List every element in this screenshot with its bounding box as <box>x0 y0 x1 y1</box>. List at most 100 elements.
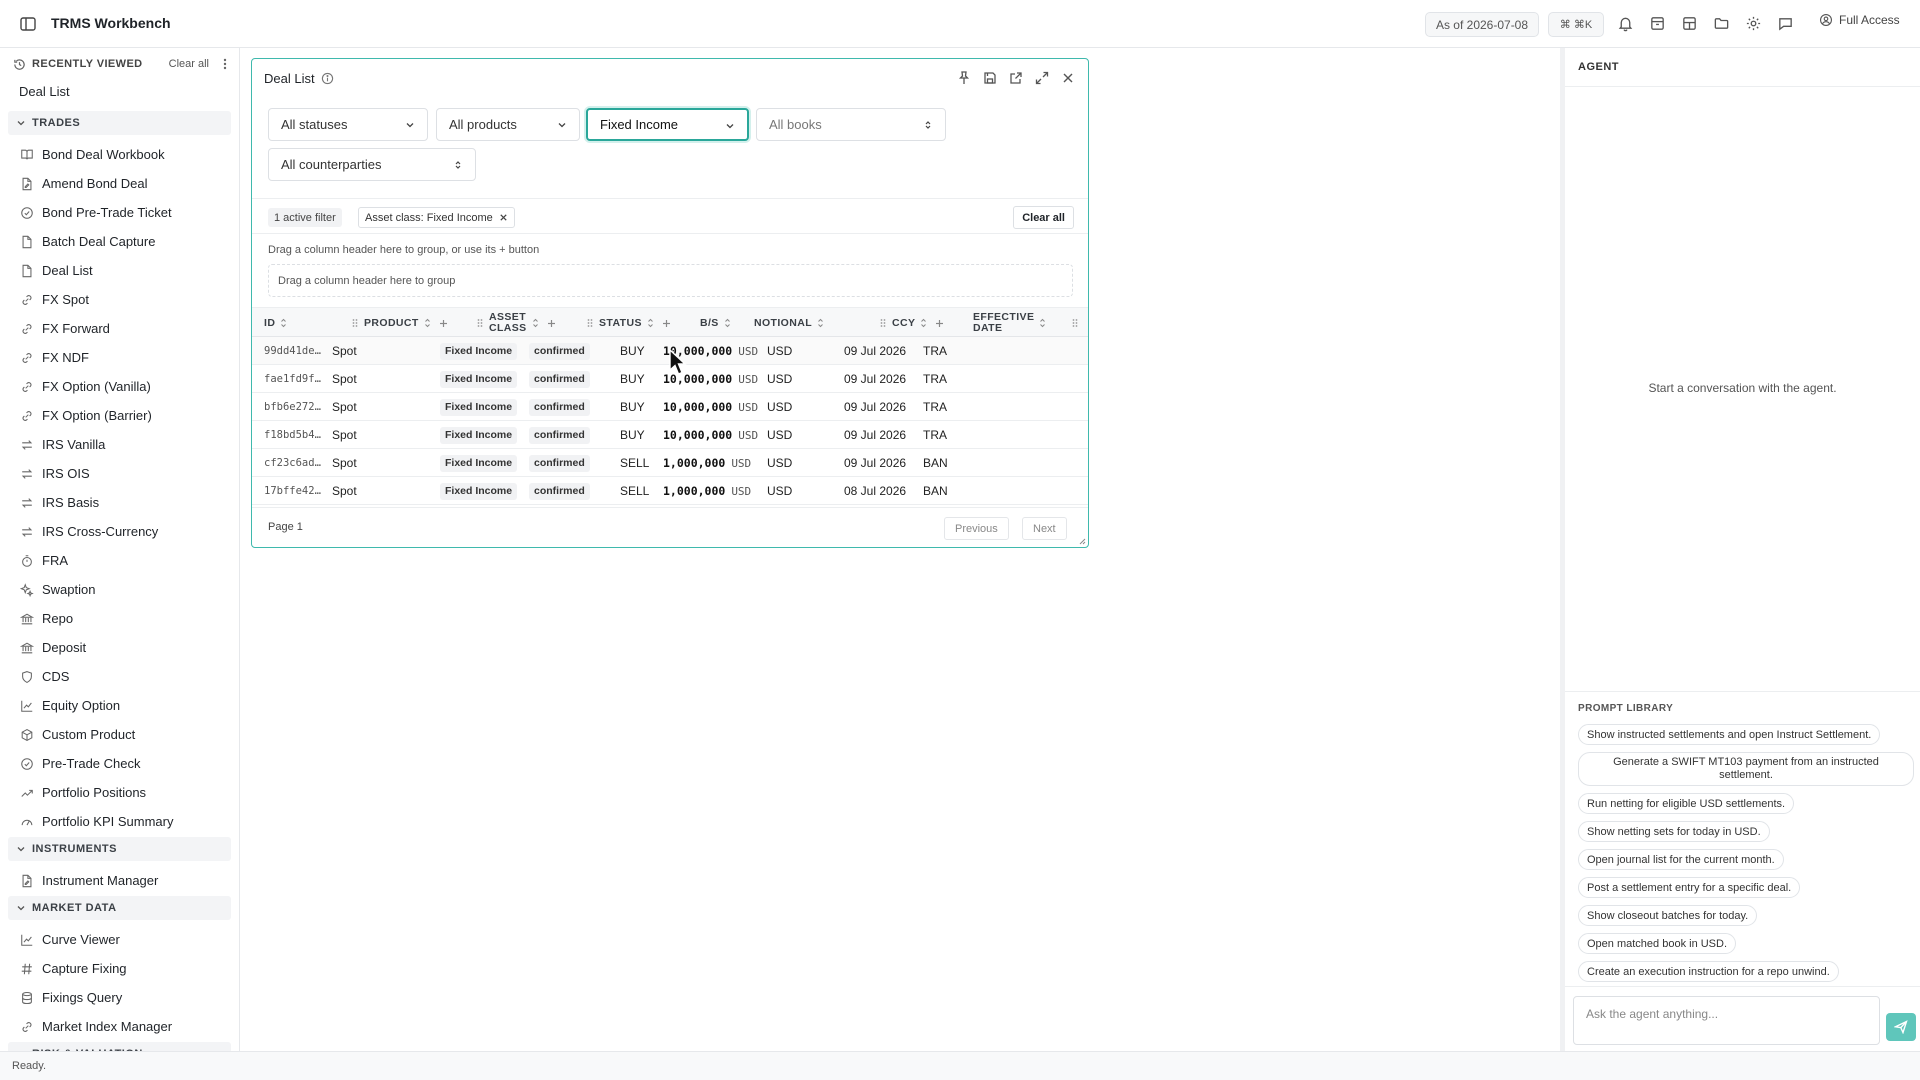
prompt-chip[interactable]: Show netting sets for today in USD. <box>1578 821 1770 842</box>
sidebar-toggle-icon[interactable] <box>19 15 37 33</box>
column-header-asset-class[interactable]: ASSET CLASS <box>477 308 556 338</box>
clear-all-filters-button[interactable]: Clear all <box>1013 206 1074 229</box>
prompt-chip[interactable]: Show closeout batches for today. <box>1578 905 1758 926</box>
sidebar-item-batch-deal-capture[interactable]: Batch Deal Capture <box>8 227 231 256</box>
info-icon[interactable] <box>321 72 334 85</box>
product-filter-select[interactable]: All products <box>436 108 580 141</box>
sort-icon[interactable] <box>280 318 287 328</box>
drag-handle-icon[interactable] <box>1072 318 1078 328</box>
column-header-effective-date[interactable]: EFFECTIVE DATE <box>973 308 1046 338</box>
column-header-notional[interactable]: NOTIONAL <box>754 308 824 338</box>
sort-icon[interactable] <box>424 318 431 328</box>
group-by-plus-icon[interactable] <box>935 319 944 328</box>
books-filter-select[interactable]: All books <box>756 108 946 141</box>
gear-icon[interactable] <box>1745 15 1762 32</box>
external-link-icon[interactable] <box>1008 70 1024 86</box>
pin-icon[interactable] <box>956 70 972 86</box>
bell-icon[interactable] <box>1617 15 1634 32</box>
sort-icon[interactable] <box>724 318 731 328</box>
sidebar-item-fx-ndf[interactable]: FX NDF <box>8 343 231 372</box>
resize-handle-icon[interactable] <box>1078 537 1086 545</box>
sidebar-item-cds[interactable]: CDS <box>8 662 231 691</box>
nav-section-market-data[interactable]: MARKET DATA <box>8 896 231 920</box>
drag-handle-icon[interactable] <box>587 318 593 328</box>
table-row[interactable]: bfb6e272… Spot Fixed Income confirmed BUY 10,… <box>252 393 1088 421</box>
as-of-date-button[interactable]: As of 2026-07-08 <box>1425 12 1539 37</box>
sidebar-item-fx-spot[interactable]: FX Spot <box>8 285 231 314</box>
sidebar-item-bond-pre-trade-ticket[interactable]: Bond Pre-Trade Ticket <box>8 198 231 227</box>
sidebar-item-irs-vanilla[interactable]: IRS Vanilla <box>8 430 231 459</box>
prompt-chip[interactable]: Generate a SWIFT MT103 payment from an i… <box>1578 752 1914 786</box>
column-header-status[interactable]: STATUS <box>587 308 671 338</box>
clear-recent-button[interactable]: Clear all <box>169 58 209 70</box>
more-vertical-icon[interactable] <box>219 57 231 71</box>
status-filter-select[interactable]: All statuses <box>268 108 428 141</box>
save-icon[interactable] <box>982 70 998 86</box>
sidebar-item-fx-option-barrier[interactable]: FX Option (Barrier) <box>8 401 231 430</box>
archive-icon[interactable] <box>1649 15 1666 32</box>
column-header-overflow[interactable] <box>1072 308 1084 338</box>
prompt-chip[interactable]: Open journal list for the current month. <box>1578 849 1784 870</box>
close-icon[interactable] <box>1060 70 1076 86</box>
asset-class-filter-select[interactable]: Fixed Income <box>586 108 749 141</box>
sidebar-item-deposit[interactable]: Deposit <box>8 633 231 662</box>
sidebar-item-market-index-manager[interactable]: Market Index Manager <box>8 1012 231 1041</box>
prompt-chip[interactable]: Open matched book in USD. <box>1578 933 1737 954</box>
chat-icon[interactable] <box>1777 15 1794 32</box>
nav-section-risk-valuation[interactable]: RISK & VALUATION <box>8 1042 231 1051</box>
sidebar-item-portfolio-kpi-summary[interactable]: Portfolio KPI Summary <box>8 807 231 836</box>
table-row[interactable]: cf23c6ad… Spot Fixed Income confirmed SELL 1,… <box>252 449 1088 477</box>
sidebar-item-bond-deal-workbook[interactable]: Bond Deal Workbook <box>8 140 231 169</box>
sidebar-item-portfolio-positions[interactable]: Portfolio Positions <box>8 778 231 807</box>
prompt-chip[interactable]: Show instructed settlements and open Ins… <box>1578 724 1881 745</box>
sidebar-item-irs-cross-currency[interactable]: IRS Cross-Currency <box>8 517 231 546</box>
prompt-chip[interactable]: Run netting for eligible USD settlements… <box>1578 793 1795 814</box>
sort-icon[interactable] <box>647 318 654 328</box>
maximize-icon[interactable] <box>1034 70 1050 86</box>
column-header-product[interactable]: PRODUCT <box>352 308 448 338</box>
group-by-plus-icon[interactable] <box>662 319 671 328</box>
group-drop-zone[interactable]: Drag a column header here to group <box>268 264 1073 297</box>
sidebar-item-amend-bond-deal[interactable]: Amend Bond Deal <box>8 169 231 198</box>
sidebar-item-irs-ois[interactable]: IRS OIS <box>8 459 231 488</box>
sidebar-item-pre-trade-check[interactable]: Pre-Trade Check <box>8 749 231 778</box>
table-row[interactable]: 17bffe42… Spot Fixed Income confirmed SELL 1,… <box>252 477 1088 505</box>
sidebar-item-equity-option[interactable]: Equity Option <box>8 691 231 720</box>
sort-icon[interactable] <box>920 318 927 328</box>
send-button[interactable] <box>1886 1013 1916 1041</box>
access-level-button[interactable]: Full Access <box>1819 13 1900 27</box>
command-palette-button[interactable]: ⌘ ⌘K <box>1548 12 1604 37</box>
folder-icon[interactable] <box>1713 15 1730 32</box>
sidebar-item-deal-list[interactable]: Deal List <box>8 256 231 285</box>
recent-item-deal-list[interactable]: Deal List <box>19 84 70 99</box>
drag-handle-icon[interactable] <box>477 318 483 328</box>
sidebar-item-fra[interactable]: FRA <box>8 546 231 575</box>
nav-section-instruments[interactable]: INSTRUMENTS <box>8 837 231 861</box>
sidebar-item-repo[interactable]: Repo <box>8 604 231 633</box>
remove-filter-icon[interactable] <box>499 213 508 222</box>
drag-handle-icon[interactable] <box>352 318 358 328</box>
table-row[interactable]: f18bd5b4… Spot Fixed Income confirmed BUY 10,… <box>252 421 1088 449</box>
next-page-button[interactable]: Next <box>1022 517 1067 540</box>
sort-icon[interactable] <box>532 318 539 328</box>
drag-handle-icon[interactable] <box>880 318 886 328</box>
counterparties-filter-select[interactable]: All counterparties <box>268 148 476 181</box>
column-header-bs[interactable]: B/S <box>700 308 731 338</box>
layout-icon[interactable] <box>1681 15 1698 32</box>
nav-section-trades[interactable]: TRADES <box>8 111 231 135</box>
sidebar-item-fx-forward[interactable]: FX Forward <box>8 314 231 343</box>
column-header-ccy[interactable]: CCY <box>880 308 944 338</box>
sidebar-item-irs-basis[interactable]: IRS Basis <box>8 488 231 517</box>
sidebar-item-capture-fixing[interactable]: Capture Fixing <box>8 954 231 983</box>
prompt-chip[interactable]: Create an execution instruction for a re… <box>1578 961 1839 982</box>
sidebar-item-instrument-manager[interactable]: Instrument Manager <box>8 866 231 895</box>
sort-icon[interactable] <box>1039 318 1046 328</box>
column-header-id[interactable]: ID <box>264 308 287 338</box>
active-filter-chip[interactable]: Asset class: Fixed Income <box>358 207 515 228</box>
sidebar-item-curve-viewer[interactable]: Curve Viewer <box>8 925 231 954</box>
group-by-plus-icon[interactable] <box>547 319 556 328</box>
agent-input[interactable]: Ask the agent anything... <box>1573 996 1880 1045</box>
sidebar-item-fx-option-vanilla[interactable]: FX Option (Vanilla) <box>8 372 231 401</box>
prompt-chip[interactable]: Post a settlement entry for a specific d… <box>1578 877 1801 898</box>
sort-icon[interactable] <box>817 318 824 328</box>
